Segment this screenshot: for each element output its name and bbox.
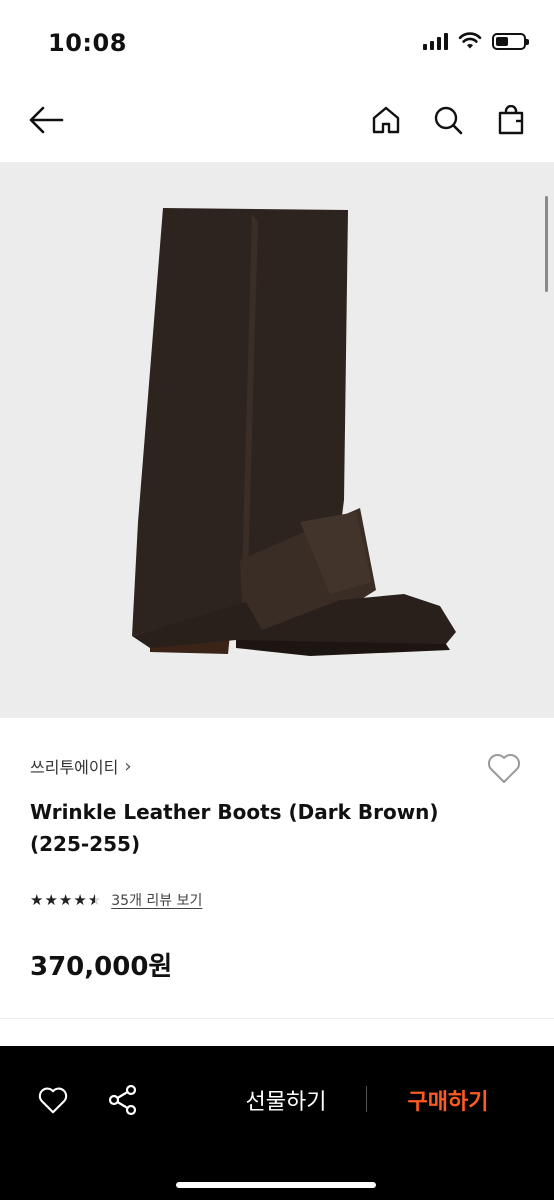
image-scrollbar[interactable] xyxy=(545,196,548,292)
search-icon xyxy=(434,106,463,135)
heart-icon xyxy=(488,754,520,783)
gift-button[interactable]: 선물하기 xyxy=(218,1080,354,1120)
wifi-icon xyxy=(458,32,482,49)
brand-link[interactable]: 쓰리투에이티 › xyxy=(30,754,132,778)
share-button[interactable] xyxy=(101,1078,145,1122)
star-icon: ★ xyxy=(44,890,58,909)
rating-stars: ★ ★ ★ ★ ★ xyxy=(30,890,101,909)
cart-button[interactable] xyxy=(489,98,533,142)
search-button[interactable] xyxy=(426,98,470,142)
back-arrow-icon xyxy=(29,106,64,134)
heart-icon xyxy=(38,1087,68,1114)
brand-name: 쓰리투에이티 xyxy=(30,758,119,777)
cellular-signal-icon xyxy=(423,32,448,50)
status-time: 10:08 xyxy=(48,29,127,57)
product-image[interactable] xyxy=(0,162,554,718)
review-link[interactable]: 35개 리뷰 보기 xyxy=(111,890,202,910)
chevron-right-icon: › xyxy=(124,755,132,777)
back-button[interactable] xyxy=(24,98,68,142)
battery-icon xyxy=(492,32,529,50)
rating-row: ★ ★ ★ ★ ★ 35개 리뷰 보기 xyxy=(30,890,202,910)
star-icon: ★ xyxy=(58,890,73,909)
product-title: Wrinkle Leather Boots (Dark Brown) (225-… xyxy=(30,800,439,856)
top-nav-bar xyxy=(0,88,554,162)
home-button[interactable] xyxy=(364,98,408,142)
boot-image xyxy=(132,208,456,656)
star-icon: ★ xyxy=(30,890,44,909)
battery-fill xyxy=(496,36,508,46)
home-icon xyxy=(372,106,400,134)
status-icons xyxy=(423,32,529,50)
product-info: 쓰리투에이티 › Wrinkle Leather Boots (Dark Bro… xyxy=(0,718,554,1018)
bottom-action-bar: 선물하기 구매하기 xyxy=(0,1046,554,1200)
buy-button[interactable]: 구매하기 xyxy=(380,1080,516,1120)
star-icon: ★ xyxy=(73,890,87,909)
divider xyxy=(0,1018,554,1019)
product-price: 370,000원 xyxy=(30,952,173,982)
divider xyxy=(366,1086,367,1112)
half-star-icon: ★ xyxy=(88,892,101,908)
like-button[interactable] xyxy=(31,1078,75,1122)
share-icon xyxy=(108,1084,137,1116)
wishlist-button[interactable] xyxy=(484,748,524,788)
status-bar: 10:08 xyxy=(0,0,554,88)
home-indicator[interactable] xyxy=(176,1182,376,1188)
shopping-bag-icon xyxy=(498,105,524,135)
